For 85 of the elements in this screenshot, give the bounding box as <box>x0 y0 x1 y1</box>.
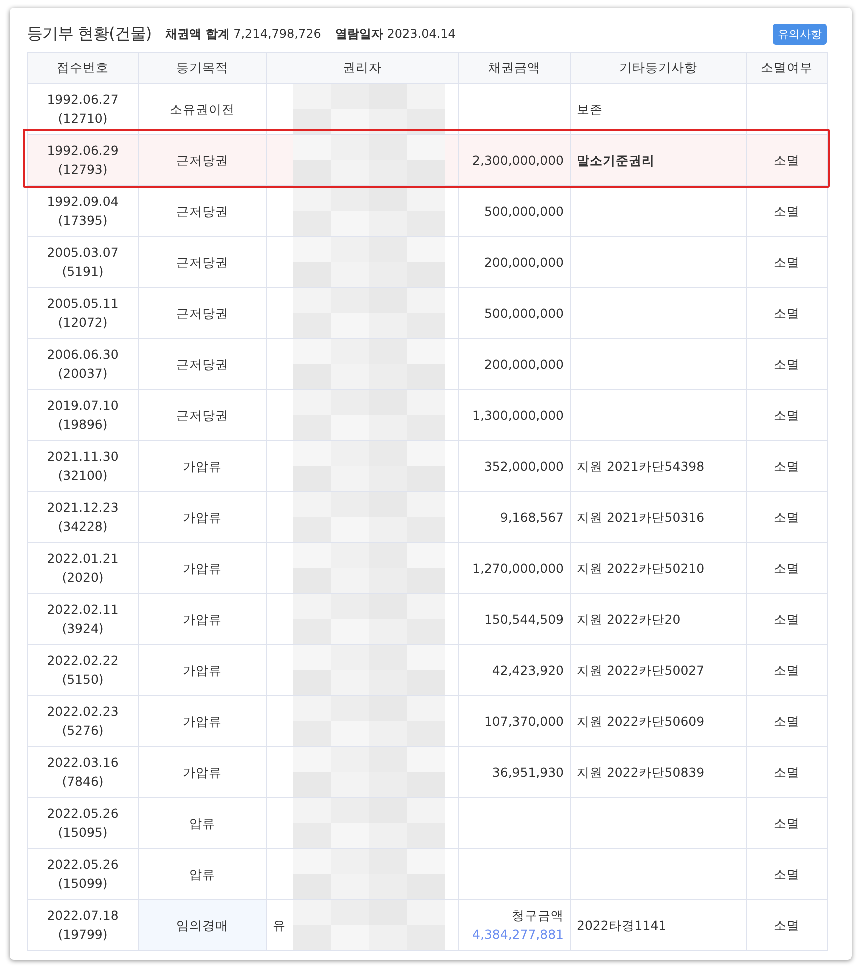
table-cell: 2021.11.30 (32100) <box>28 441 139 492</box>
table-cell: 소유권이전 <box>139 84 267 135</box>
column-header: 채권금액 <box>459 52 571 84</box>
table-cell: 청구금액 4,384,277,881 <box>459 900 571 951</box>
table-cell: 지원 2022카단50839 <box>571 747 747 798</box>
table-cell: 2022.02.11 (3924) <box>28 594 139 645</box>
table-cell: 압류 <box>139 849 267 900</box>
section-title: 등기부 현황(건물) <box>27 24 152 44</box>
table-cell: 352,000,000 <box>459 441 571 492</box>
summary-text: 열람일자 2023.04.14 <box>335 26 456 42</box>
table-cell: 1992.06.27 (12710) <box>28 84 139 135</box>
table-cell: 소멸 <box>747 900 828 951</box>
table-cell: 지원 2021카단50316 <box>571 492 747 543</box>
table-cell: 소멸 <box>747 747 828 798</box>
table-cell: 2005.05.11 (12072) <box>28 288 139 339</box>
table-cell: 임의경매 <box>139 900 267 951</box>
table-cell: 소멸 <box>747 696 828 747</box>
table-cell: 200,000,000 <box>459 339 571 390</box>
table-cell: 500,000,000 <box>459 186 571 237</box>
table-cell: 가압류 <box>139 645 267 696</box>
table-cell: 소멸 <box>747 441 828 492</box>
table-cell: 2022.01.21 (2020) <box>28 543 139 594</box>
column-header: 권리자 <box>267 52 459 84</box>
table-cell: 가압류 <box>139 747 267 798</box>
table-cell: 근저당권 <box>139 135 267 186</box>
column-header: 기타등기사항 <box>571 52 747 84</box>
table-cell: 말소기준권리 <box>571 135 747 186</box>
table-cell: 소멸 <box>747 492 828 543</box>
summary-text: 채권액 합계 7,214,798,726 <box>166 26 322 42</box>
notice-button[interactable]: 유의사항 <box>773 24 827 44</box>
table-cell: 지원 2022카단20 <box>571 594 747 645</box>
table-cell: 1,270,000,000 <box>459 543 571 594</box>
table-cell: 2022.02.23 (5276) <box>28 696 139 747</box>
table-cell: 소멸 <box>747 594 828 645</box>
table-cell: 지원 2022카단50027 <box>571 645 747 696</box>
table-cell: 지원 2021카단54398 <box>571 441 747 492</box>
table-cell: 2019.07.10 (19896) <box>28 390 139 441</box>
table-cell: 가압류 <box>139 696 267 747</box>
table-cell: 2022타경1141 <box>571 900 747 951</box>
table-cell: 보존 <box>571 84 747 135</box>
table-cell: 1,300,000,000 <box>459 390 571 441</box>
table-cell: 근저당권 <box>139 237 267 288</box>
table-cell: 36,951,930 <box>459 747 571 798</box>
table-cell: 지원 2022카단50609 <box>571 696 747 747</box>
table-cell: 1992.06.29 (12793) <box>28 135 139 186</box>
table-cell: 소멸 <box>747 135 828 186</box>
table-cell: 2021.12.23 (34228) <box>28 492 139 543</box>
table-cell: 2022.03.16 (7846) <box>28 747 139 798</box>
table-cell: 소멸 <box>747 237 828 288</box>
table-cell: 2,300,000,000 <box>459 135 571 186</box>
table-cell: 근저당권 <box>139 186 267 237</box>
table-cell: 가압류 <box>139 594 267 645</box>
table-cell: 500,000,000 <box>459 288 571 339</box>
column-header: 등기목적 <box>139 52 267 84</box>
table-cell: 소멸 <box>747 543 828 594</box>
table-cell: 9,168,567 <box>459 492 571 543</box>
table-cell: 2022.05.26 (15095) <box>28 798 139 849</box>
holder-text: 유 <box>273 916 286 934</box>
table-cell: 42,423,920 <box>459 645 571 696</box>
table-cell: 압류 <box>139 798 267 849</box>
column-header: 접수번호 <box>28 52 139 84</box>
table-cell: 107,370,000 <box>459 696 571 747</box>
table-cell: 가압류 <box>139 492 267 543</box>
table-cell: 가압류 <box>139 543 267 594</box>
table-cell: 소멸 <box>747 645 828 696</box>
table-cell: 가압류 <box>139 441 267 492</box>
table-cell: 소멸 <box>747 339 828 390</box>
table-cell: 소멸 <box>747 849 828 900</box>
table-cell: 근저당권 <box>139 339 267 390</box>
table-cell: 2022.02.22 (5150) <box>28 645 139 696</box>
table-cell: 근저당권 <box>139 288 267 339</box>
table-cell: 200,000,000 <box>459 237 571 288</box>
table-cell: 지원 2022카단50210 <box>571 543 747 594</box>
table-cell: 2022.07.18 (19799) <box>28 900 139 951</box>
table-cell: 1992.09.04 (17395) <box>28 186 139 237</box>
table-cell: 근저당권 <box>139 390 267 441</box>
table-cell: 150,544,509 <box>459 594 571 645</box>
table-cell: 소멸 <box>747 186 828 237</box>
column-header: 소멸여부 <box>747 52 828 84</box>
table-cell: 소멸 <box>747 390 828 441</box>
table-cell: 2022.05.26 (15099) <box>28 849 139 900</box>
table-cell: 소멸 <box>747 288 828 339</box>
table-cell: 소멸 <box>747 798 828 849</box>
table-cell: 2006.06.30 (20037) <box>28 339 139 390</box>
table-cell: 2005.03.07 (5191) <box>28 237 139 288</box>
